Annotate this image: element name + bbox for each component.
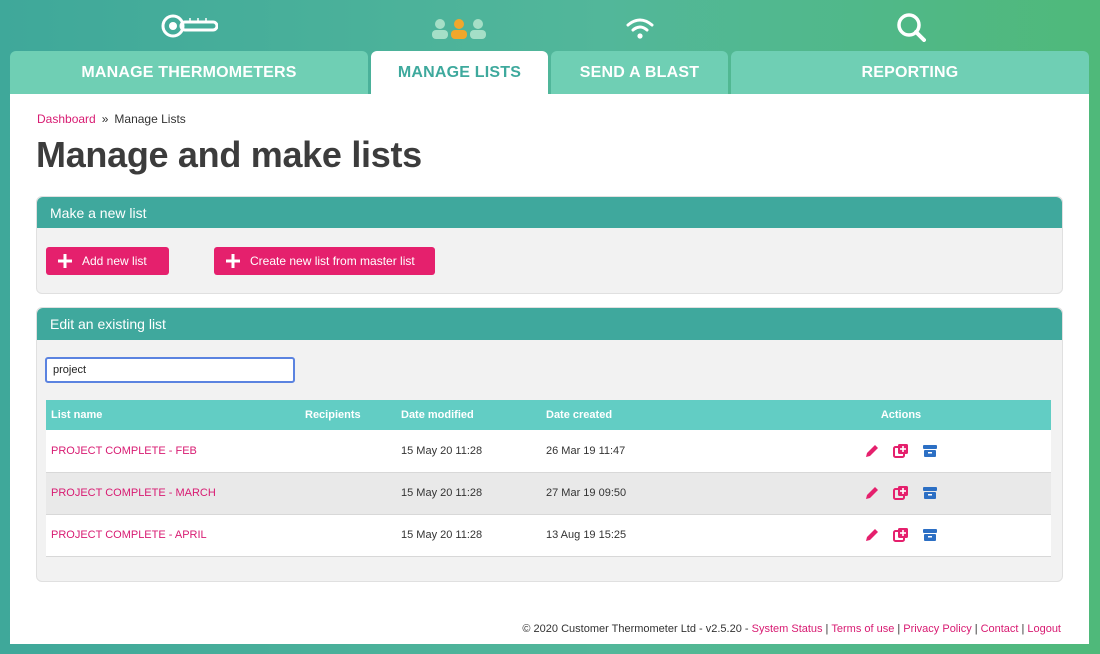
edit-pencil-icon[interactable] <box>864 485 880 501</box>
archive-icon[interactable] <box>922 443 938 459</box>
wifi-icon[interactable] <box>625 16 655 40</box>
recipients-cell <box>300 472 396 514</box>
existing-list-card: Edit an existing list List name Recipien… <box>36 307 1063 582</box>
list-name-link[interactable]: PROJECT COMPLETE - APRIL <box>46 514 300 556</box>
column-list-name[interactable]: List name <box>46 400 300 430</box>
footer-divider: | <box>1021 623 1025 635</box>
date-modified-cell: 15 May 20 11:28 <box>401 529 483 541</box>
new-list-card: Make a new list Add new list Create new … <box>36 196 1063 294</box>
footer-link-privacy[interactable]: Privacy Policy <box>903 623 971 635</box>
recipients-cell <box>300 514 396 556</box>
list-name-link[interactable]: PROJECT COMPLETE - FEB <box>46 430 300 472</box>
create-from-master-button[interactable]: Create new list from master list <box>214 247 435 275</box>
top-icon-bar <box>0 0 1100 52</box>
table-row: PROJECT COMPLETE - FEB 15 May 20 11:28 2… <box>46 430 1051 472</box>
tab-send-a-blast[interactable]: SEND A BLAST <box>551 51 728 94</box>
create-from-master-label: Create new list from master list <box>250 254 415 268</box>
main-tabs: MANAGE THERMOMETERS MANAGE LISTS SEND A … <box>10 51 1090 95</box>
add-new-list-button[interactable]: Add new list <box>46 247 169 275</box>
list-search-input[interactable] <box>45 357 295 383</box>
tab-reporting[interactable]: REPORTING <box>731 51 1089 94</box>
footer-link-contact[interactable]: Contact <box>981 623 1019 635</box>
column-date-created[interactable]: Date created <box>541 400 751 430</box>
footer-link-system-status[interactable]: System Status <box>752 623 823 635</box>
date-modified-cell: 15 May 20 11:28 <box>401 487 483 499</box>
existing-list-card-header: Edit an existing list <box>37 308 1062 340</box>
breadcrumb-separator: » <box>101 112 109 126</box>
recipients-cell <box>300 430 396 472</box>
footer: © 2020 Customer Thermometer Ltd - v2.5.2… <box>522 623 1061 635</box>
footer-copyright: © 2020 Customer Thermometer Ltd - v2.5.2… <box>522 623 749 635</box>
breadcrumb: Dashboard » Manage Lists <box>37 112 186 126</box>
new-list-card-header: Make a new list <box>37 197 1062 228</box>
search-icon[interactable] <box>896 12 926 42</box>
edit-pencil-icon[interactable] <box>864 527 880 543</box>
duplicate-icon[interactable] <box>893 527 909 543</box>
archive-icon[interactable] <box>922 527 938 543</box>
breadcrumb-dashboard-link[interactable]: Dashboard <box>37 112 96 126</box>
footer-link-logout[interactable]: Logout <box>1027 623 1061 635</box>
archive-icon[interactable] <box>922 485 938 501</box>
footer-divider: | <box>825 623 829 635</box>
date-created-cell: 27 Mar 19 09:50 <box>546 487 627 499</box>
date-modified-cell: 15 May 20 11:28 <box>401 444 483 457</box>
duplicate-icon[interactable] <box>893 485 909 501</box>
page-title: Manage and make lists <box>36 134 422 175</box>
plus-icon <box>226 254 240 268</box>
row-actions <box>751 514 1051 556</box>
breadcrumb-current: Manage Lists <box>114 112 186 126</box>
column-recipients[interactable]: Recipients <box>300 400 396 430</box>
plus-icon <box>58 254 72 268</box>
tab-manage-thermometers[interactable]: MANAGE THERMOMETERS <box>10 51 368 94</box>
add-new-list-label: Add new list <box>82 254 147 268</box>
date-created-cell: 26 Mar 19 11:47 <box>546 444 626 457</box>
duplicate-icon[interactable] <box>893 443 909 459</box>
tab-manage-lists[interactable]: MANAGE LISTS <box>371 51 548 95</box>
lists-table: List name Recipients Date modified Date … <box>46 400 1051 557</box>
column-date-modified[interactable]: Date modified <box>396 400 541 430</box>
footer-link-terms[interactable]: Terms of use <box>831 623 894 635</box>
column-actions: Actions <box>880 409 922 421</box>
row-actions <box>751 472 1051 514</box>
users-icon[interactable] <box>430 18 488 40</box>
list-name-link[interactable]: PROJECT COMPLETE - MARCH <box>46 472 300 514</box>
main-panel: Dashboard » Manage Lists Manage and make l… <box>10 94 1089 644</box>
edit-pencil-icon[interactable] <box>864 443 880 459</box>
row-actions <box>751 430 1051 472</box>
table-row: PROJECT COMPLETE - APRIL 15 May 20 11:28… <box>46 514 1051 556</box>
thermometer-icon[interactable] <box>160 12 218 40</box>
footer-divider: | <box>974 623 978 635</box>
footer-divider: | <box>897 623 901 635</box>
date-created-cell: 13 Aug 19 15:25 <box>546 529 627 541</box>
table-row: PROJECT COMPLETE - MARCH 15 May 20 11:28… <box>46 472 1051 514</box>
table-header-row: List name Recipients Date modified Date … <box>46 400 1051 430</box>
